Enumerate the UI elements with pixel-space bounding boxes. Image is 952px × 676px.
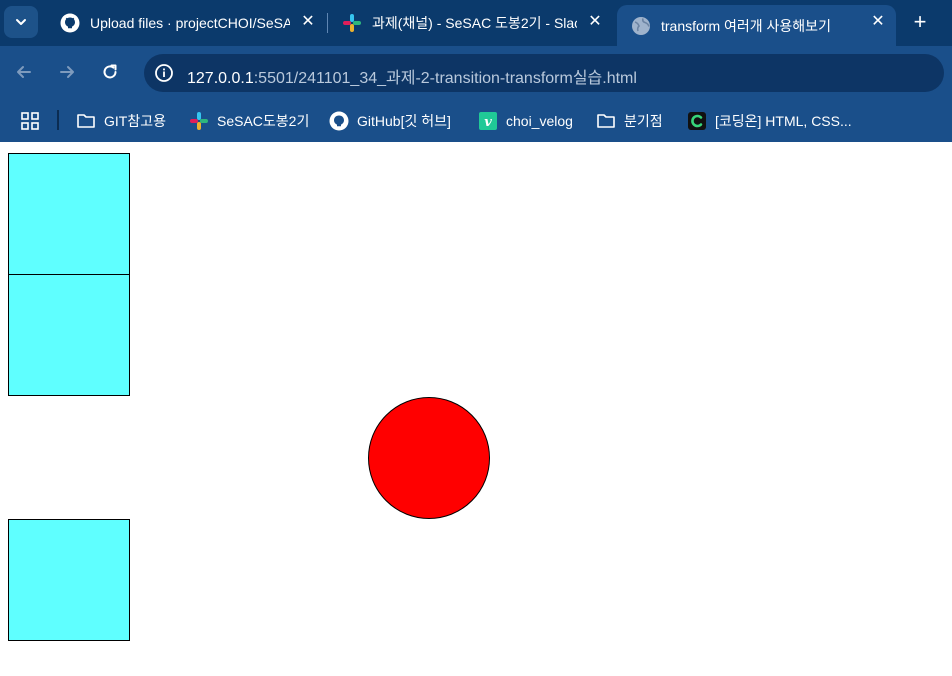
new-tab-button[interactable]: + xyxy=(908,10,932,34)
forward-button[interactable] xyxy=(55,60,79,84)
tab-title: 과제(채널) - SeSAC 도봉2기 - Slack xyxy=(372,15,577,31)
site-info-icon[interactable] xyxy=(154,63,174,83)
bookmarks-bar: GIT참고용 SeSAC도봉2기 GitHub[깃 허브] v choi_vel… xyxy=(0,100,952,142)
address-bar[interactable]: 127.0.0.1:5501/241101_34_과제-2-transition… xyxy=(144,54,944,92)
tab-strip: Upload files · projectCHOI/SeSAC ✕ 과제(채널… xyxy=(0,0,952,46)
bookmark-label: [코딩온] HTML, CSS... xyxy=(715,113,852,129)
close-icon[interactable]: ✕ xyxy=(870,14,886,30)
bookmark-codingon[interactable]: [코딩온] HTML, CSS... xyxy=(687,108,852,134)
bookmark-branch[interactable]: 분기점 xyxy=(596,108,663,134)
forward-arrow-icon xyxy=(60,66,74,78)
tab-upload-files[interactable]: Upload files · projectCHOI/SeSAC ✕ xyxy=(46,5,326,41)
browser-toolbar: 127.0.0.1:5501/241101_34_과제-2-transition… xyxy=(0,46,952,100)
bookmark-label: SeSAC도봉2기 xyxy=(217,113,310,129)
slack-icon xyxy=(342,13,362,33)
apps-grid-icon[interactable] xyxy=(20,111,40,131)
tab-title: Upload files · projectCHOI/SeSAC xyxy=(90,15,290,31)
close-icon[interactable]: ✕ xyxy=(300,14,316,30)
back-arrow-icon xyxy=(17,66,31,78)
red-circle xyxy=(368,397,490,519)
cyan-box-1 xyxy=(8,153,130,275)
tab-transform-active[interactable]: transform 여러개 사용해보기 ✕ xyxy=(617,5,896,46)
svg-text:v: v xyxy=(484,115,492,130)
url-text: 127.0.0.1:5501/241101_34_과제-2-transition… xyxy=(187,64,637,88)
slack-icon xyxy=(189,111,209,131)
tab-slack-channel[interactable]: 과제(채널) - SeSAC 도봉2기 - Slack ✕ xyxy=(328,5,613,41)
github-icon xyxy=(329,111,349,131)
bookmark-label: choi_velog xyxy=(506,113,573,129)
tab-search-button[interactable] xyxy=(4,6,38,38)
bookmark-sesac[interactable]: SeSAC도봉2기 xyxy=(189,108,309,134)
velog-icon: v xyxy=(478,111,498,131)
folder-icon xyxy=(76,111,96,131)
bookmark-velog[interactable]: v choi_velog xyxy=(478,108,573,134)
bookmark-github[interactable]: GitHub[깃 허브] xyxy=(329,108,451,134)
codingon-icon xyxy=(687,111,707,131)
chevron-down-icon xyxy=(16,19,26,25)
folder-icon xyxy=(596,111,616,131)
url-host: 127.0.0.1 xyxy=(187,70,254,87)
bookmark-git-reference[interactable]: GIT참고용 xyxy=(76,108,166,134)
bookmark-label: GitHub[깃 허브] xyxy=(357,113,451,129)
bookmarks-divider xyxy=(57,110,59,130)
github-icon xyxy=(60,13,80,33)
reload-icon xyxy=(103,64,117,79)
cyan-box-2 xyxy=(8,274,130,396)
reload-button[interactable] xyxy=(98,60,122,84)
back-button[interactable] xyxy=(12,60,36,84)
cyan-box-3 xyxy=(8,519,130,641)
bookmark-label: 분기점 xyxy=(624,113,663,129)
tab-title: transform 여러개 사용해보기 xyxy=(661,17,831,34)
url-path: :5501/241101_34_과제-2-transition-transfor… xyxy=(253,70,637,87)
bookmark-label: GIT참고용 xyxy=(104,113,166,129)
globe-icon xyxy=(631,16,651,36)
close-icon[interactable]: ✕ xyxy=(587,14,603,30)
